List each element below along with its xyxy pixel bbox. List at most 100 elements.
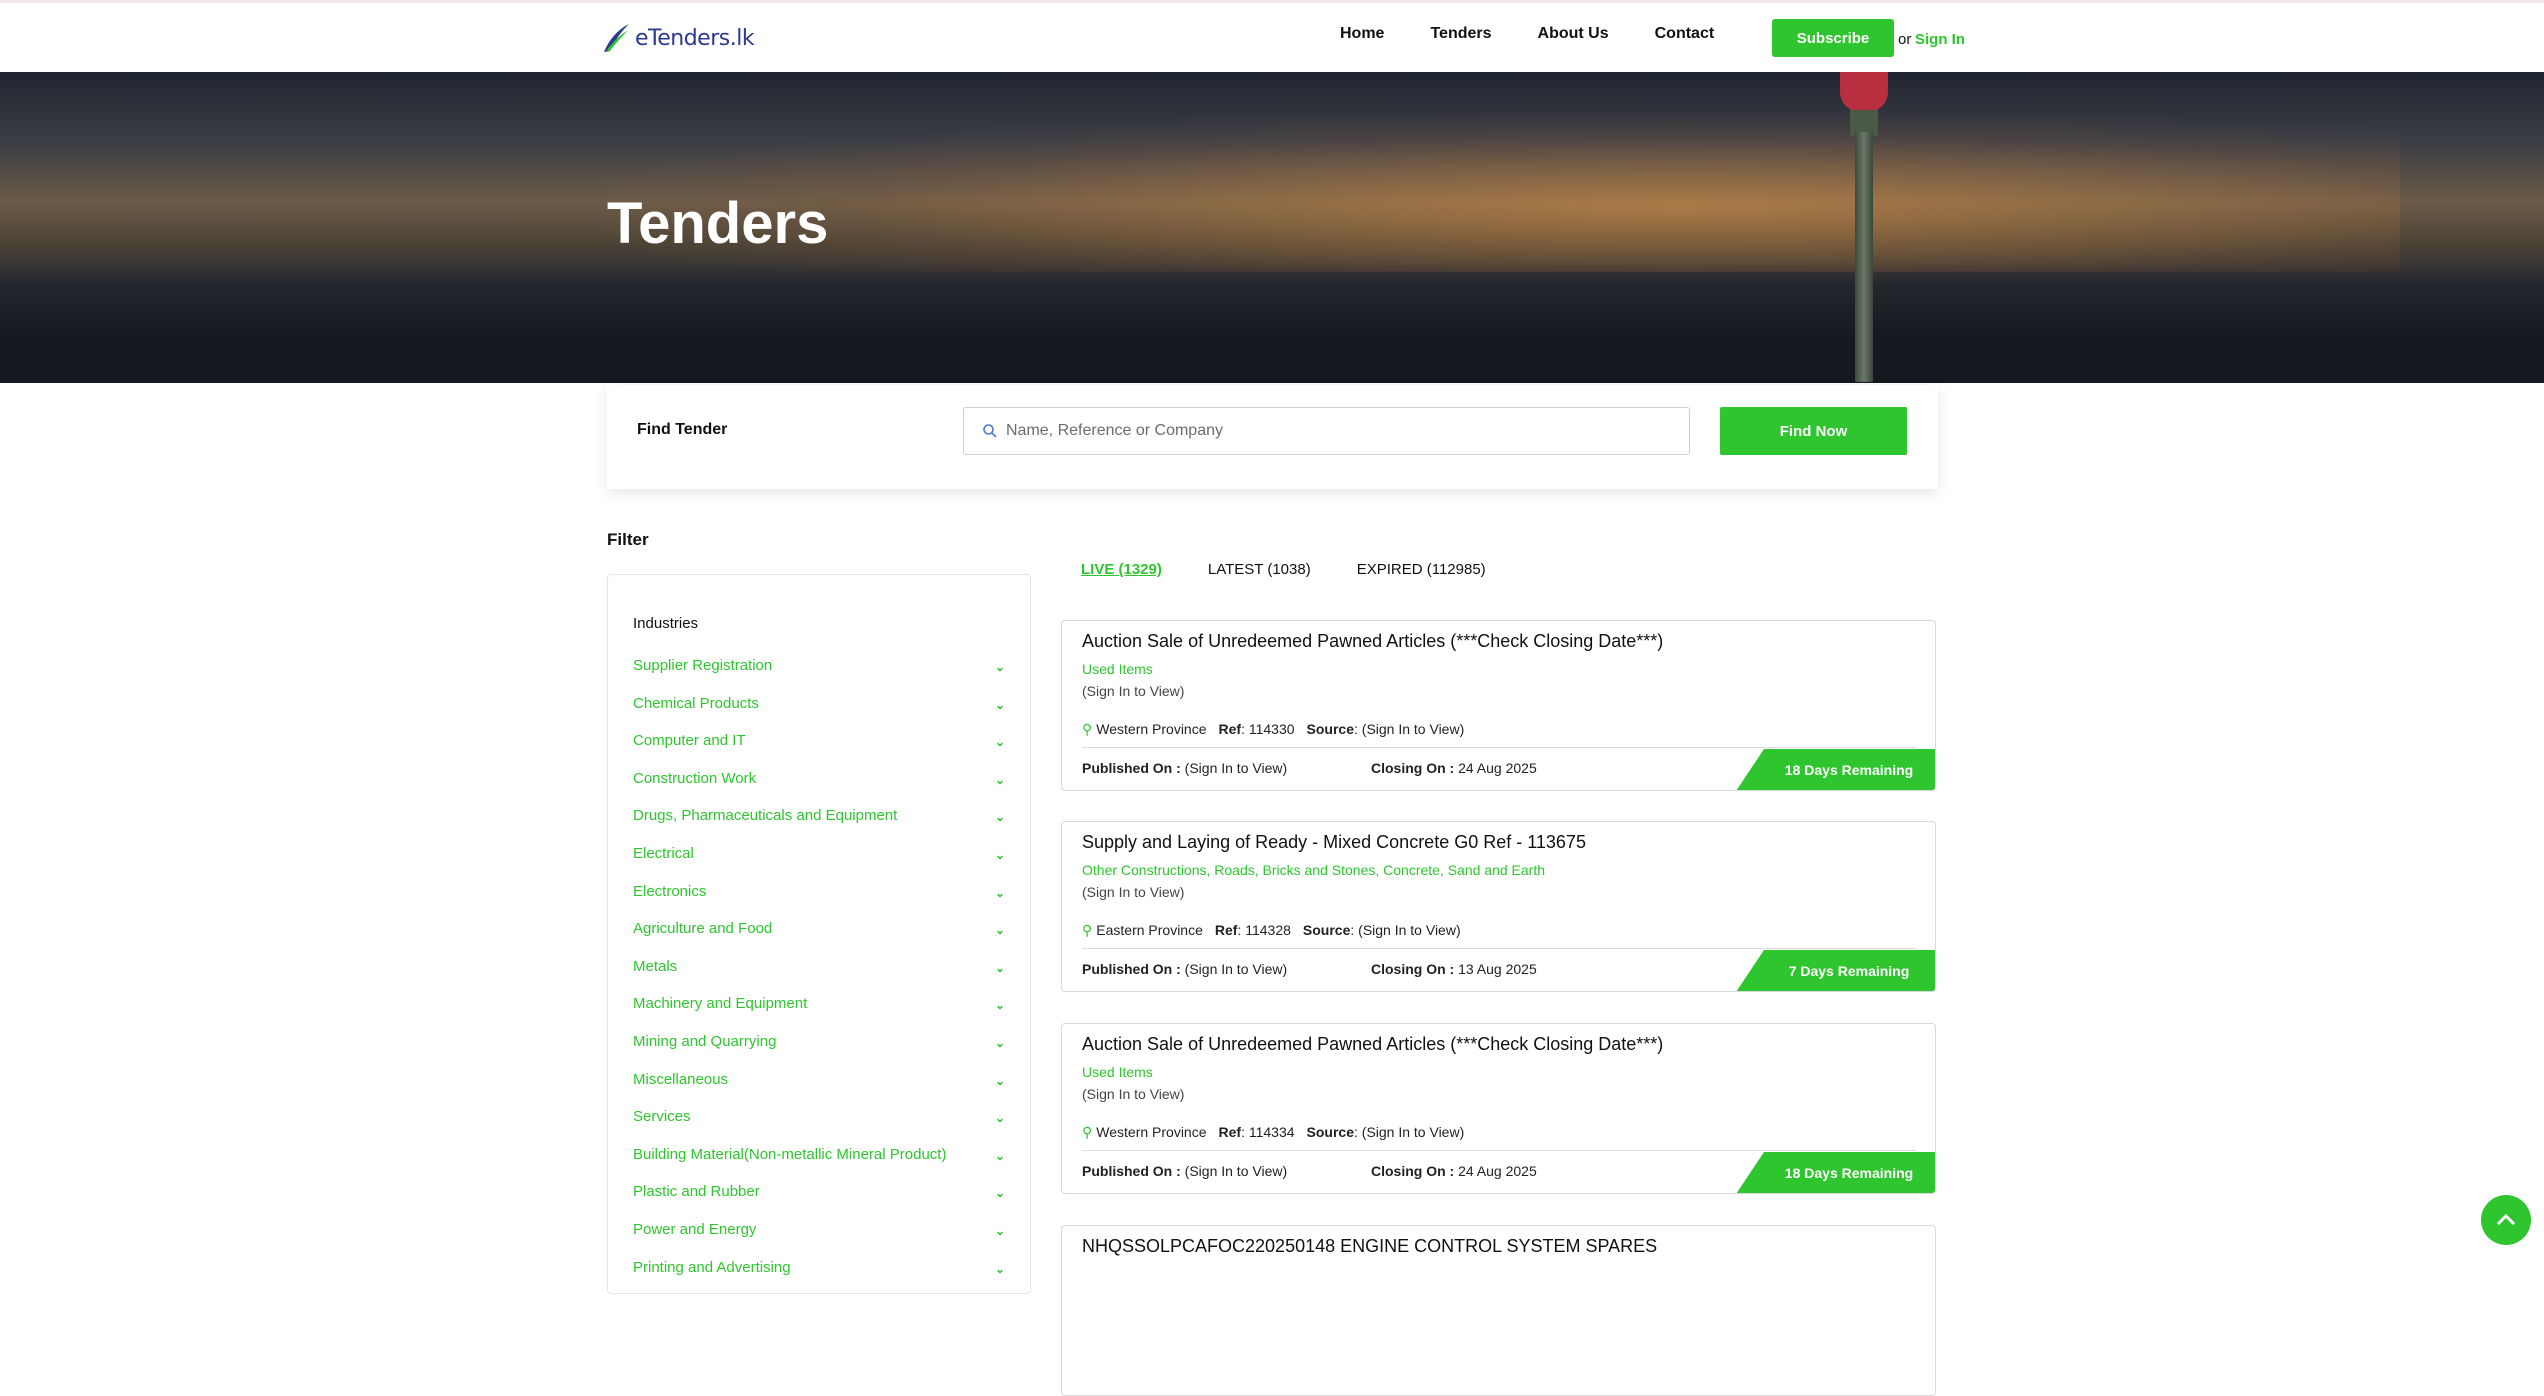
chevron-down-icon: ⌄ (995, 1073, 1006, 1088)
industry-item[interactable]: Plastic and Rubber ⌄ (633, 1183, 1007, 1221)
industry-item[interactable]: Construction Work ⌄ (633, 770, 1007, 808)
industry-item[interactable]: Agriculture and Food ⌄ (633, 920, 1007, 958)
search-box[interactable] (963, 407, 1690, 455)
tender-company: (Sign In to View) (1082, 683, 1185, 699)
filter-title: Filter (607, 530, 649, 549)
industry-item[interactable]: Power and Energy ⌄ (633, 1221, 1007, 1259)
chevron-down-icon: ⌄ (995, 660, 1006, 674)
chevron-down-icon: ⌄ (995, 960, 1006, 975)
industry-label: Computer and IT (633, 732, 746, 750)
industry-item[interactable]: Building Material(Non-metallic Mineral P… (633, 1146, 1007, 1184)
tower-shaft (1855, 132, 1873, 382)
industry-label: Plastic and Rubber (633, 1183, 760, 1201)
tab-live[interactable]: LIVE (1329) (1081, 561, 1162, 578)
top-navbar: eTenders.lk Home Tenders About Us Contac… (0, 3, 2544, 72)
tender-location: ⚲ Eastern Province (1082, 922, 1203, 938)
industry-label: Electrical (633, 844, 694, 862)
industry-item[interactable]: Electronics ⌄ (633, 883, 1007, 921)
industry-label: Miscellaneous (633, 1070, 729, 1088)
chevron-down-icon: ⌄ (995, 697, 1006, 712)
tower-top (1840, 72, 1888, 112)
chevron-down-icon: ⌄ (995, 772, 1006, 787)
site-logo[interactable]: eTenders.lk (601, 21, 755, 55)
tender-location: ⚲ Western Province (1082, 1124, 1207, 1140)
subscribe-button[interactable]: Subscribe (1772, 19, 1894, 57)
days-remaining-badge: 18 Days Remaining (1736, 749, 1935, 790)
find-now-button[interactable]: Find Now (1720, 407, 1907, 455)
search-icon (983, 424, 997, 438)
industry-item[interactable]: Printing and Advertising ⌄ (633, 1259, 1007, 1297)
industry-item[interactable]: Miscellaneous ⌄ (633, 1071, 1007, 1109)
tender-source: Source: (Sign In to View) (1302, 922, 1461, 938)
chevron-down-icon: ⌄ (995, 1035, 1006, 1050)
chevron-down-icon: ⌄ (995, 1148, 1006, 1163)
tender-category[interactable]: Used Items (1082, 1064, 1153, 1080)
find-tender-card: Find Tender Find Now (607, 385, 1938, 489)
industries-title: Industries (633, 615, 699, 632)
tender-title[interactable]: Auction Sale of Unredeemed Pawned Articl… (1082, 631, 1663, 652)
tender-company: (Sign In to View) (1082, 884, 1185, 900)
industry-label: Electronics (633, 882, 707, 900)
industry-item[interactable]: Machinery and Equipment ⌄ (633, 995, 1007, 1033)
tender-title[interactable]: NHQSSOLPCAFOC220250148 ENGINE CONTROL SY… (1082, 1236, 1657, 1257)
tender-location: ⚲ Western Province (1082, 721, 1207, 737)
chevron-down-icon: ⌄ (995, 847, 1006, 862)
tender-card[interactable]: Supply and Laying of Ready - Mixed Concr… (1061, 821, 1936, 992)
tender-closing: Closing On : 24 Aug 2025 (1371, 760, 1537, 776)
map-pin-icon: ⚲ (1082, 1124, 1093, 1140)
industry-label: Building Material(Non-metallic Mineral P… (633, 1145, 947, 1163)
chevron-down-icon: ⌄ (995, 1223, 1006, 1238)
industry-item[interactable]: Chemical Products ⌄ (633, 695, 1007, 733)
nav-contact[interactable]: Contact (1655, 25, 1715, 43)
tender-published: Published On : (Sign In to View) (1082, 760, 1288, 776)
tender-category[interactable]: Used Items (1082, 661, 1153, 677)
tender-card[interactable]: NHQSSOLPCAFOC220250148 ENGINE CONTROL SY… (1061, 1225, 1936, 1396)
industry-item[interactable]: Metals ⌄ (633, 958, 1007, 996)
nav-home[interactable]: Home (1340, 25, 1384, 43)
industry-item[interactable]: Computer and IT ⌄ (633, 732, 1007, 770)
industry-label: Printing and Advertising (633, 1258, 791, 1276)
search-input[interactable] (1006, 422, 1646, 440)
chevron-down-icon: ⌄ (995, 1111, 1006, 1126)
nav-tenders[interactable]: Tenders (1430, 25, 1491, 43)
tender-company: (Sign In to View) (1082, 1086, 1185, 1102)
tab-latest[interactable]: LATEST (1038) (1208, 561, 1311, 578)
tender-card[interactable]: Auction Sale of Unredeemed Pawned Articl… (1061, 620, 1936, 791)
industry-item[interactable]: Drugs, Pharmaceuticals and Equipment ⌄ (633, 807, 1007, 845)
nav-about-us[interactable]: About Us (1538, 25, 1609, 43)
tender-card[interactable]: Auction Sale of Unredeemed Pawned Articl… (1061, 1023, 1936, 1194)
main-nav: Home Tenders About Us Contact (1340, 25, 1760, 43)
tender-meta: ⚲ Western Province Ref: 114334 Source: (S… (1082, 1124, 1464, 1141)
tab-expired[interactable]: EXPIRED (112985) (1357, 561, 1486, 578)
industry-label: Mining and Quarrying (633, 1032, 777, 1050)
tender-ref: Ref: 114328 (1214, 922, 1291, 938)
hero-banner: Tenders (0, 72, 2544, 383)
industry-label: Chemical Products (633, 694, 759, 712)
industry-item[interactable]: Services ⌄ (633, 1108, 1007, 1146)
tender-tabs: LIVE (1329) LATEST (1038) EXPIRED (11298… (1081, 561, 1486, 578)
tender-source: Source: (Sign In to View) (1306, 1124, 1465, 1140)
industry-label: Agriculture and Food (633, 920, 773, 938)
tender-category[interactable]: Other Constructions, Roads, Bricks and S… (1082, 862, 1545, 878)
industry-item[interactable]: Electrical ⌄ (633, 845, 1007, 883)
tender-meta: ⚲ Western Province Ref: 114330 Source: (S… (1082, 721, 1464, 738)
tender-closing: Closing On : 13 Aug 2025 (1371, 961, 1537, 977)
tender-title[interactable]: Auction Sale of Unredeemed Pawned Articl… (1082, 1034, 1663, 1055)
days-remaining-badge: 7 Days Remaining (1736, 950, 1935, 991)
industry-item[interactable]: Supplier Registration ⌄ (633, 657, 1007, 695)
find-tender-label: Find Tender (637, 421, 728, 438)
industry-item[interactable]: Mining and Quarrying ⌄ (633, 1033, 1007, 1071)
logo-text: eTenders.lk (635, 25, 755, 51)
sign-in-link[interactable]: Sign In (1915, 31, 1965, 48)
or-text: or (1898, 31, 1912, 48)
map-pin-icon: ⚲ (1082, 721, 1093, 737)
days-remaining-badge: 18 Days Remaining (1736, 1152, 1935, 1193)
tender-ref: Ref: 114330 (1218, 721, 1295, 737)
chevron-down-icon: ⌄ (995, 1186, 1006, 1201)
chevron-down-icon: ⌄ (995, 810, 1006, 825)
tender-title[interactable]: Supply and Laying of Ready - Mixed Concr… (1082, 832, 1586, 853)
filter-panel: Industries Supplier Registration ⌄ Chemic… (607, 574, 1031, 1294)
tender-closing: Closing On : 24 Aug 2025 (1371, 1163, 1537, 1179)
scroll-to-top-button[interactable] (2481, 1195, 2531, 1245)
chevron-down-icon: ⌄ (995, 1261, 1006, 1276)
